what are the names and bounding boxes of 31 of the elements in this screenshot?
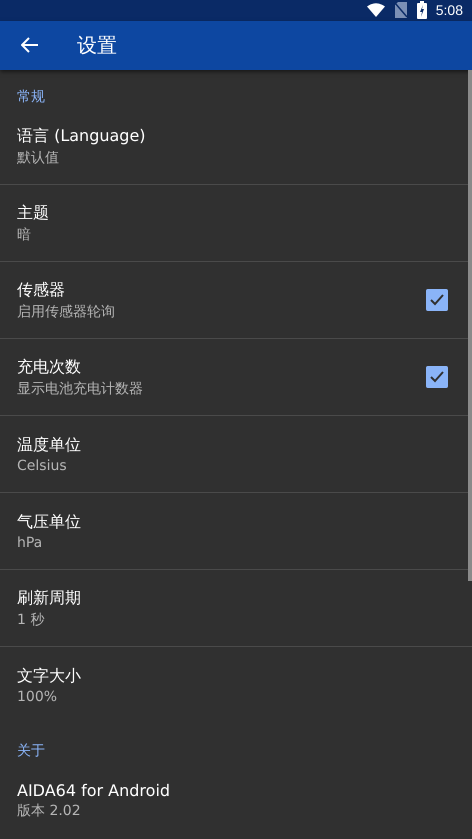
item-summary: 100% — [17, 689, 58, 705]
settings-item[interactable]: 刷新周期 1 秒 — [0, 570, 472, 647]
item-title: 主题 — [17, 202, 49, 224]
checkmark-icon — [430, 294, 444, 306]
item-title: 传感器 — [17, 280, 65, 300]
item-title: AIDA64 for Android — [17, 781, 170, 800]
item-summary: 默认值 — [17, 148, 59, 166]
item-summary: Celsius — [17, 458, 67, 474]
item-title: 文字大小 — [17, 666, 81, 687]
item-summary: hPa — [17, 534, 42, 550]
item-summary: 启用传感器轮询 — [17, 302, 115, 320]
section-header: 常规 — [16, 88, 46, 107]
checkbox[interactable] — [426, 289, 448, 311]
item-title: 气压单位 — [17, 512, 81, 532]
item-title: 温度单位 — [17, 434, 81, 456]
checkbox[interactable] — [426, 366, 448, 388]
back-arrow-icon[interactable] — [21, 37, 39, 54]
section-header: 关于 — [16, 742, 46, 761]
status-time: 5:08 — [436, 2, 463, 18]
item-summary: 版本 2.02 — [17, 802, 81, 820]
item-title: 语言 (Language) — [17, 126, 146, 146]
item-title: 刷新周期 — [17, 588, 81, 608]
checkmark-icon — [430, 371, 444, 383]
item-summary: 暗 — [17, 226, 31, 244]
wifi-icon — [366, 3, 385, 18]
settings-item[interactable]: 文字大小 100% — [0, 647, 472, 724]
item-summary: 1 秒 — [17, 610, 44, 628]
item-title: 充电次数 — [17, 356, 81, 378]
settings-item[interactable]: AIDA64 for Android 版本 2.02 — [0, 762, 472, 839]
item-summary: 显示电池充电计数器 — [17, 380, 143, 398]
app-bar-title: 设置 — [77, 32, 117, 59]
